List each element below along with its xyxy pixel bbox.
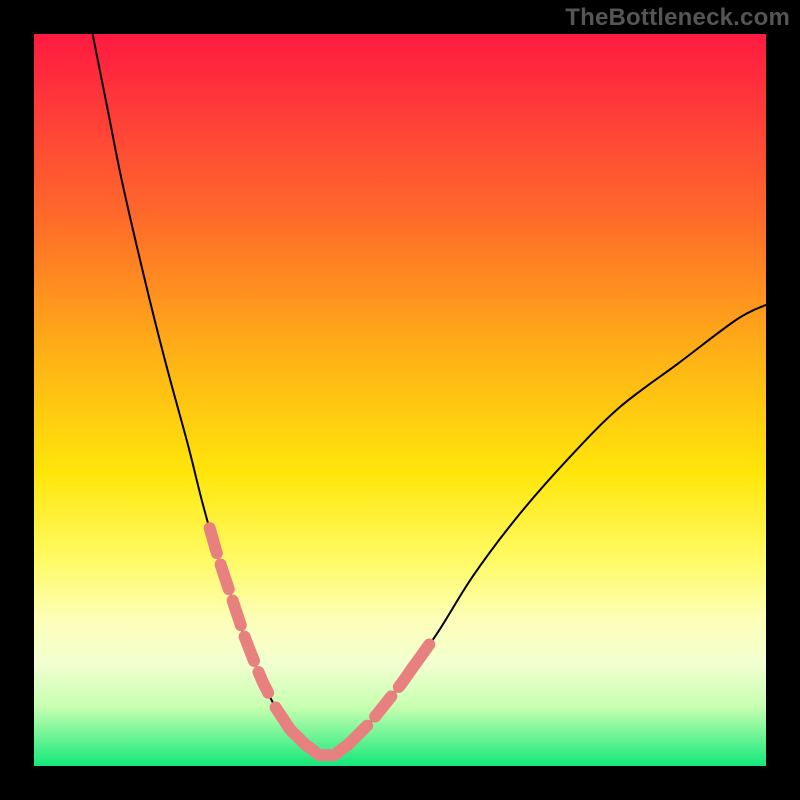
plot-area [34,34,766,766]
right-arm-segment [415,645,430,666]
left-arm-dashed [210,528,269,693]
marker-group [210,528,430,755]
right-arm-dashed [349,665,415,744]
chart-frame: TheBottleneck.com [0,0,800,800]
watermark-text: TheBottleneck.com [565,4,790,32]
trough-solid [276,707,349,755]
curve-svg [34,34,766,766]
